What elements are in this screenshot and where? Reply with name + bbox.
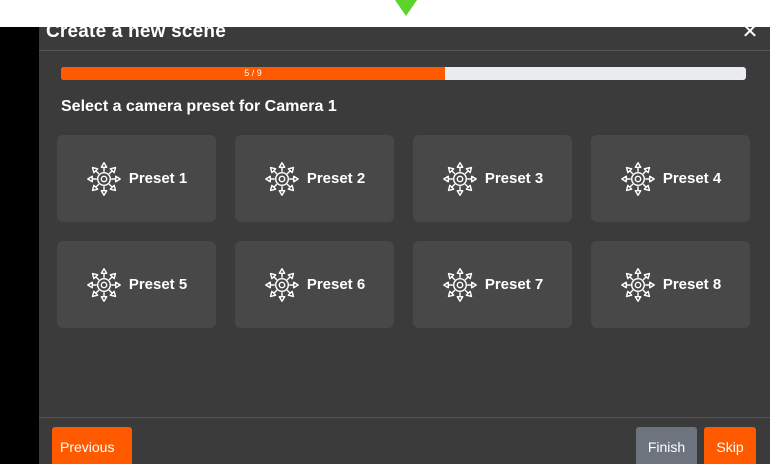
preset-tile-7[interactable]: Preset 7 <box>413 241 572 328</box>
camera-preset-icon <box>264 267 299 302</box>
header-divider <box>39 50 770 51</box>
skip-button[interactable]: Skip <box>704 427 756 464</box>
preset-tile-4[interactable]: Preset 4 <box>591 135 750 222</box>
page-top-strip <box>0 0 770 27</box>
preset-tile-6[interactable]: Preset 6 <box>235 241 394 328</box>
camera-preset-icon <box>620 267 655 302</box>
close-icon[interactable]: ✕ <box>740 27 760 43</box>
arrow-down-icon <box>395 0 417 16</box>
finish-button[interactable]: Finish <box>636 427 697 464</box>
preset-tile-3[interactable]: Preset 3 <box>413 135 572 222</box>
footer-divider <box>39 417 770 418</box>
preset-label: Preset 4 <box>662 170 722 187</box>
create-scene-dialog: Create a new scene ✕ 5 / 9 Select a came… <box>39 27 770 464</box>
prompt-text: Select a camera preset for Camera 1 <box>61 98 337 115</box>
preset-label: Preset 2 <box>306 170 366 187</box>
camera-preset-icon <box>620 161 655 196</box>
preset-tile-2[interactable]: Preset 2 <box>235 135 394 222</box>
preset-label: Preset 6 <box>306 276 366 293</box>
progress-fill: 5 / 9 <box>61 67 445 80</box>
preset-label: Preset 5 <box>128 276 188 293</box>
progress-bar: 5 / 9 <box>61 67 746 80</box>
preset-tile-1[interactable]: Preset 1 <box>57 135 216 222</box>
preset-tile-5[interactable]: Preset 5 <box>57 241 216 328</box>
camera-preset-icon <box>442 267 477 302</box>
preset-label: Preset 3 <box>484 170 544 187</box>
preset-label: Preset 7 <box>484 276 544 293</box>
camera-preset-icon <box>86 267 121 302</box>
progress-text: 5 / 9 <box>244 68 262 78</box>
preset-grid: Preset 1 Preset 2 Preset 3 Preset 4 Preset 5… <box>57 135 751 329</box>
preset-tile-8[interactable]: Preset 8 <box>591 241 750 328</box>
preset-label: Preset 1 <box>128 170 188 187</box>
camera-preset-icon <box>86 161 121 196</box>
preset-label: Preset 8 <box>662 276 722 293</box>
camera-preset-icon <box>264 161 299 196</box>
previous-button[interactable]: Previous <box>52 427 132 464</box>
camera-preset-icon <box>442 161 477 196</box>
dialog-title: Create a new scene <box>46 27 226 42</box>
